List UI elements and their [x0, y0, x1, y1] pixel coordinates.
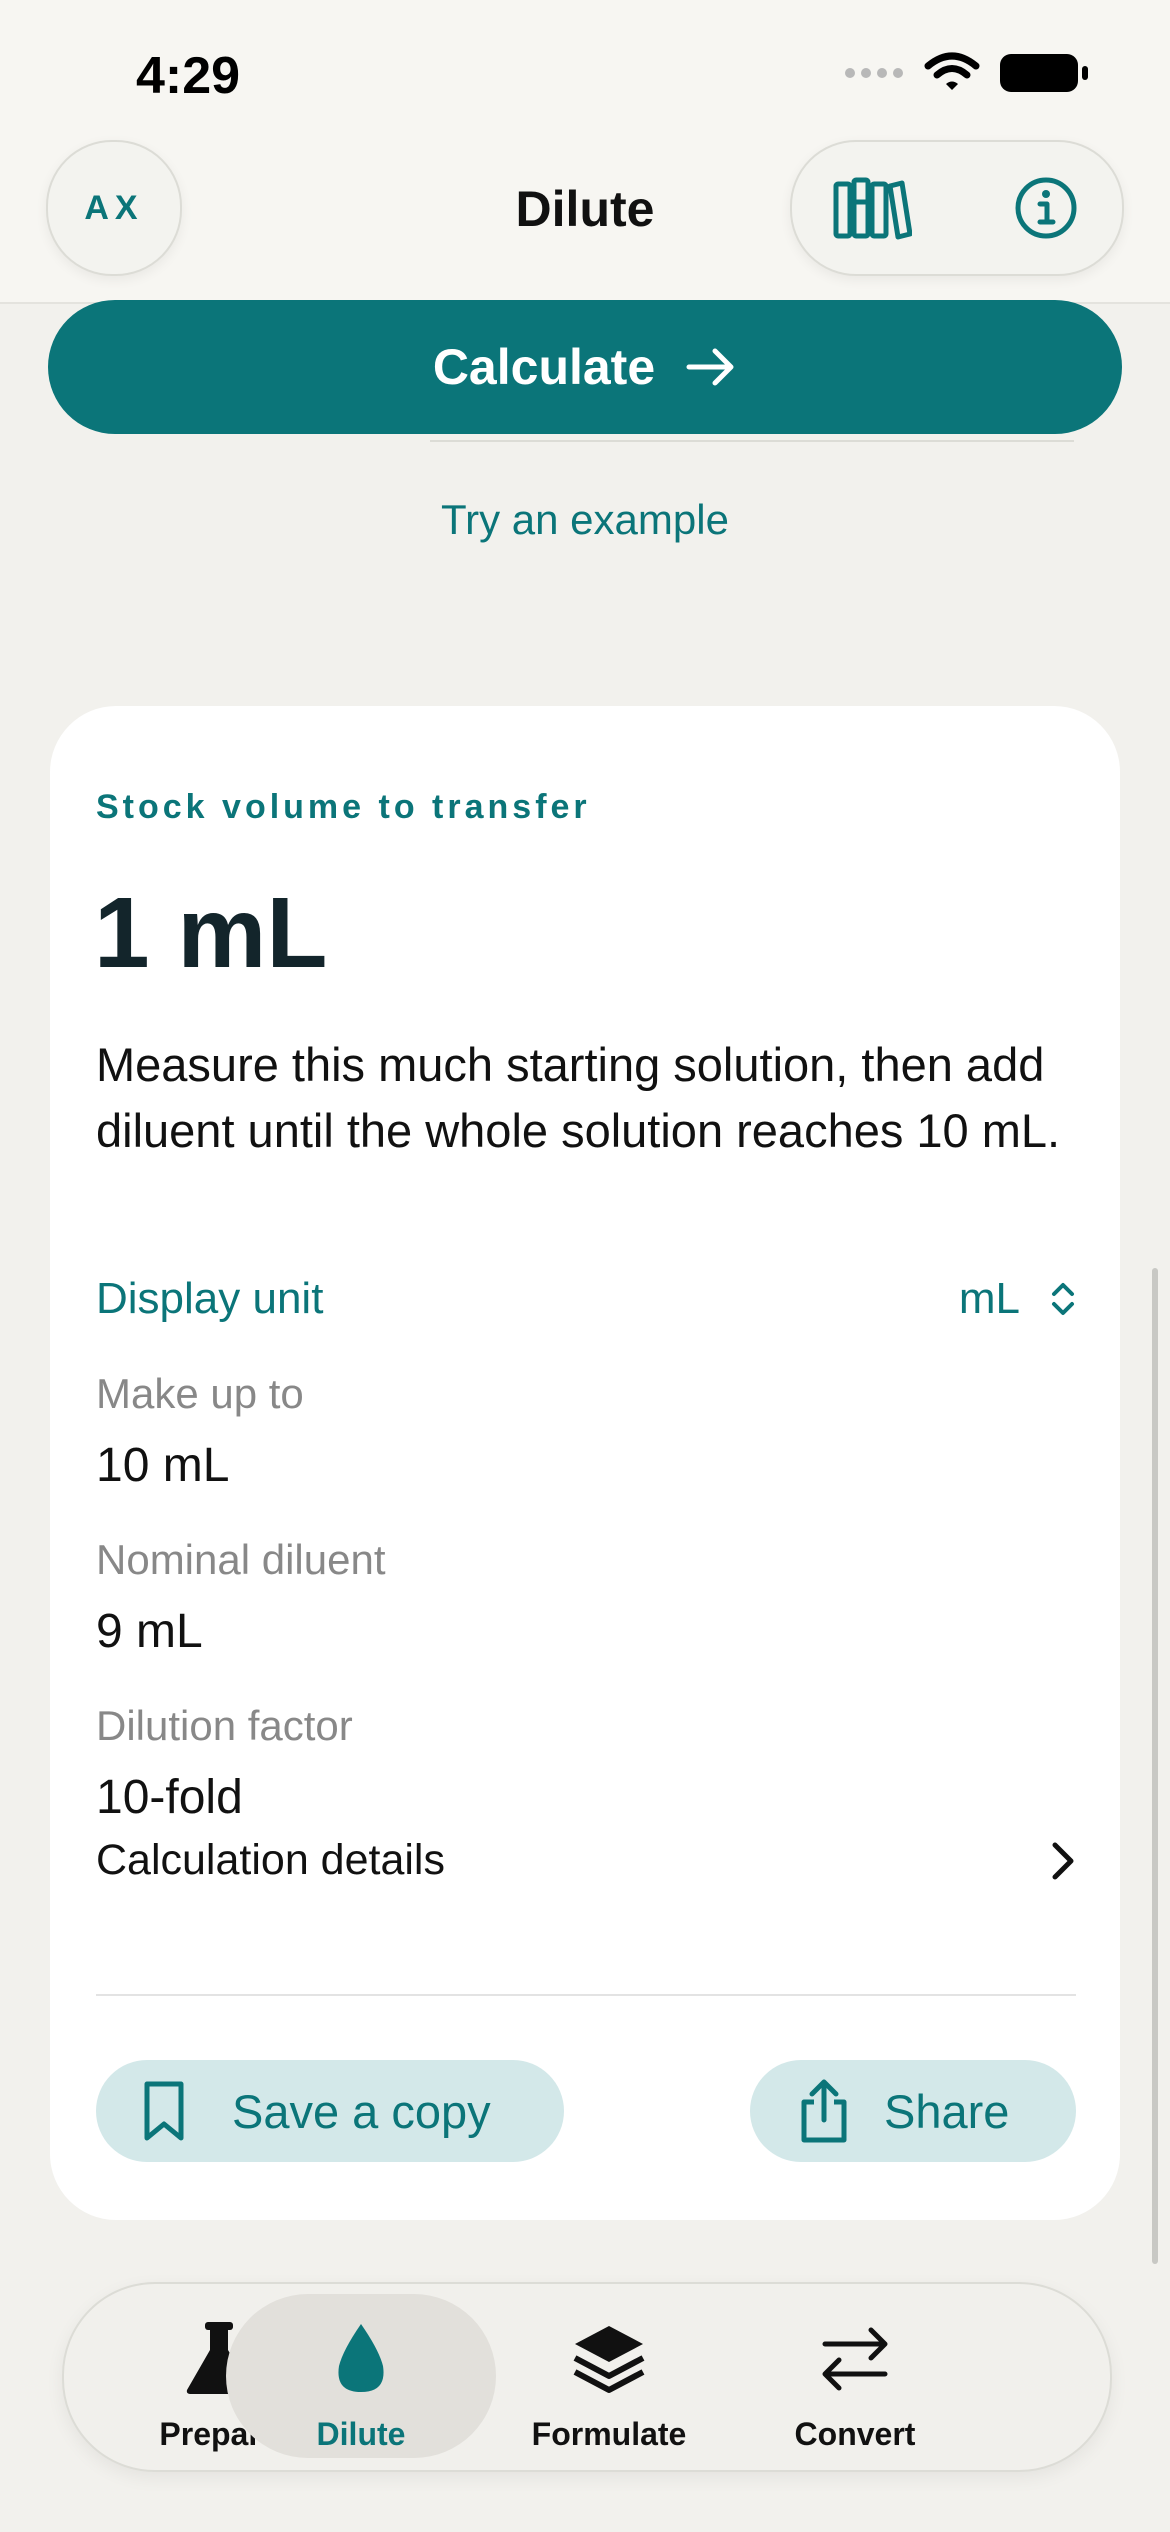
chevron-right-icon	[1052, 1842, 1074, 1880]
field-dilution-factor: Dilution factor 10-fold	[96, 1702, 353, 1825]
info-icon	[1015, 177, 1077, 239]
result-eyebrow: Stock volume to transfer	[96, 788, 591, 826]
share-icon	[801, 2079, 847, 2143]
field-label: Make up to	[96, 1370, 304, 1417]
bookmark-icon	[144, 2081, 184, 2141]
arrow-right-icon	[686, 348, 734, 386]
status-icons	[844, 52, 1090, 94]
field-value: 9 mL	[96, 1605, 203, 1658]
display-unit-value-group: mL	[959, 1274, 1076, 1324]
field-value: 10 mL	[96, 1439, 230, 1492]
tab-dilute[interactable]: Dilute	[226, 2294, 496, 2458]
field-label: Dilution factor	[96, 1702, 353, 1749]
calculate-button[interactable]: Calculate	[48, 300, 1122, 434]
save-copy-button[interactable]: Save a copy	[96, 2060, 564, 2162]
separator-line	[430, 440, 1074, 442]
calculate-label: Calculate	[432, 339, 656, 395]
share-button[interactable]: Share	[750, 2060, 1076, 2162]
cellular-signal-icon	[845, 68, 903, 78]
save-copy-label: Save a copy	[232, 2084, 491, 2138]
tab-convert[interactable]: Convert	[720, 2294, 990, 2458]
result-value: 1 mL	[94, 877, 328, 989]
tab-bar: Prepare Dilute Formulate Convert	[62, 2282, 1112, 2472]
field-nominal-diluent: Nominal diluent 9 mL	[96, 1536, 386, 1659]
calculation-details-row[interactable]: Calculation details	[96, 1836, 1076, 1906]
scrollbar[interactable]	[1152, 1268, 1158, 2264]
status-time: 4:29	[136, 47, 241, 105]
library-button[interactable]	[832, 176, 913, 245]
card-divider	[96, 1994, 1076, 1996]
field-value: 10-fold	[96, 1771, 243, 1824]
try-example-link[interactable]: Try an example	[0, 496, 1170, 544]
tab-label: Convert	[794, 2416, 916, 2452]
tab-label: Formulate	[531, 2416, 687, 2452]
tab-formulate[interactable]: Formulate	[474, 2294, 744, 2458]
layers-icon	[573, 2326, 645, 2393]
tab-label: Dilute	[316, 2416, 406, 2452]
display-unit-value: mL	[958, 1274, 1020, 1323]
wifi-icon	[924, 52, 980, 90]
arrows-icon	[822, 2327, 888, 2391]
top-bar: 4:29 AX Dilute	[0, 0, 1170, 304]
field-label: Nominal diluent	[96, 1536, 386, 1583]
toolbar-pill	[790, 140, 1124, 276]
result-description: Measure this much starting solution, the…	[96, 1038, 1061, 1157]
field-make-up-to: Make up to 10 mL	[96, 1370, 304, 1493]
chevron-up-down-icon	[1052, 1283, 1074, 1315]
display-unit-picker[interactable]: Display unit mL	[96, 1260, 1076, 1330]
info-button[interactable]	[1014, 176, 1078, 245]
display-unit-label: Display unit	[96, 1274, 324, 1323]
calculation-details-label: Calculation details	[96, 1836, 445, 1884]
battery-icon	[1000, 54, 1088, 92]
drop-icon	[338, 2324, 384, 2392]
result-card: Stock volume to transfer 1 mL Measure th…	[50, 706, 1120, 2220]
share-label: Share	[884, 2084, 1010, 2138]
books-icon	[833, 177, 913, 240]
